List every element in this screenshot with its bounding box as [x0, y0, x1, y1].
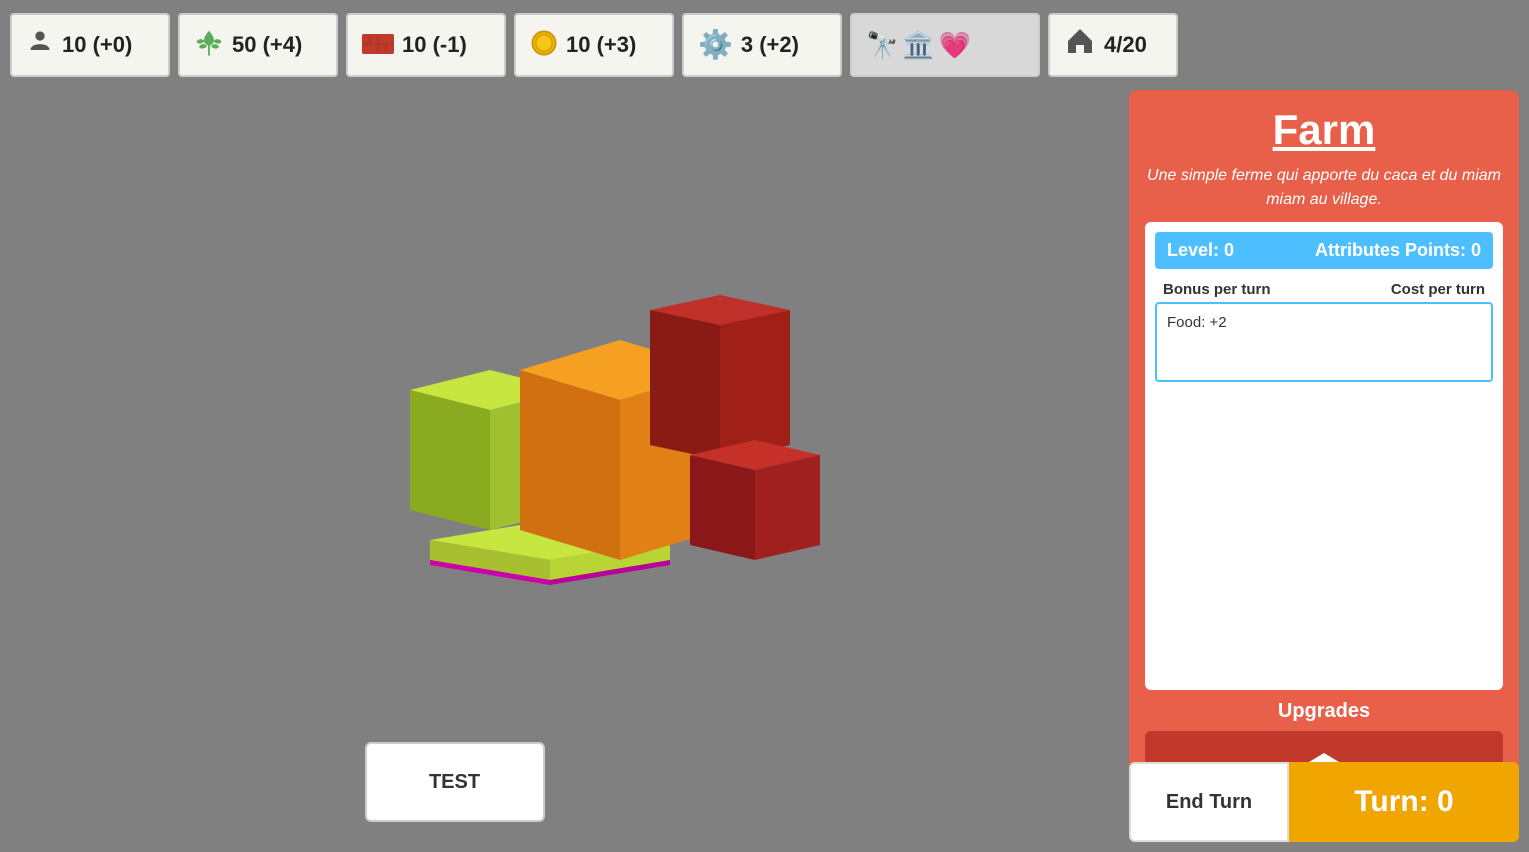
bonus-per-turn-label: Bonus per turn — [1163, 281, 1271, 298]
level-label: Level: 0 — [1167, 240, 1234, 261]
tech-icon-1: 🔭 — [866, 30, 898, 61]
test-button[interactable]: TEST — [365, 742, 545, 822]
brick-value: 10 (-1) — [402, 32, 467, 58]
bonus-table: Bonus per turn Cost per turn Food: +2 — [1155, 277, 1493, 382]
brick-icon — [362, 32, 394, 58]
gear-value: 3 (+2) — [741, 32, 799, 58]
top-bar: 10 (+0) 50 (+4) 10 (-1) — [10, 10, 1519, 80]
tech-icons: 🔭 🏛️ 💗 — [866, 30, 971, 61]
food-value: 50 (+4) — [232, 32, 302, 58]
bonus-header: Bonus per turn Cost per turn — [1155, 277, 1493, 302]
bottom-right-controls: End Turn Turn: 0 — [1129, 762, 1519, 842]
attributes-label: Attributes Points: 0 — [1315, 240, 1481, 261]
game-canvas: TEST — [0, 90, 1109, 852]
population-resource: 10 (+0) — [10, 13, 170, 77]
population-value: 10 (+0) — [62, 32, 132, 58]
gold-value: 10 (+3) — [566, 32, 636, 58]
housing-box: 4/20 — [1048, 13, 1178, 77]
food-resource: 50 (+4) — [178, 13, 338, 77]
cost-per-turn-label: Cost per turn — [1391, 281, 1485, 298]
tech-icon-2: 🏛️ — [902, 30, 934, 61]
bonus-content: Food: +2 — [1155, 302, 1493, 382]
gear-icon: ⚙️ — [698, 31, 733, 59]
gear-resource: ⚙️ 3 (+2) — [682, 13, 842, 77]
panel-description: Une simple ferme qui apporte du caca et … — [1145, 164, 1503, 212]
housing-value: 4/20 — [1104, 32, 1147, 58]
turn-display: Turn: 0 — [1289, 762, 1519, 842]
gold-icon — [530, 29, 558, 62]
right-panel: Farm Une simple ferme qui apporte du cac… — [1129, 90, 1519, 842]
end-turn-button[interactable]: End Turn — [1129, 762, 1289, 842]
house-icon — [1064, 25, 1096, 65]
panel-stats: Level: 0 Attributes Points: 0 Bonus per … — [1145, 222, 1503, 690]
upgrades-label: Upgrades — [1145, 700, 1503, 723]
gold-resource: 10 (+3) — [514, 13, 674, 77]
level-row: Level: 0 Attributes Points: 0 — [1155, 232, 1493, 269]
blocks-svg — [350, 230, 850, 630]
food-icon — [194, 28, 224, 63]
panel-title: Farm — [1145, 106, 1503, 154]
tech-icon-3: 💗 — [939, 30, 971, 61]
food-bonus: Food: +2 — [1167, 314, 1227, 331]
tech-group: 🔭 🏛️ 💗 — [850, 13, 1040, 77]
blocks-area — [350, 230, 950, 650]
brick-resource: 10 (-1) — [346, 13, 506, 77]
population-icon — [26, 29, 54, 61]
